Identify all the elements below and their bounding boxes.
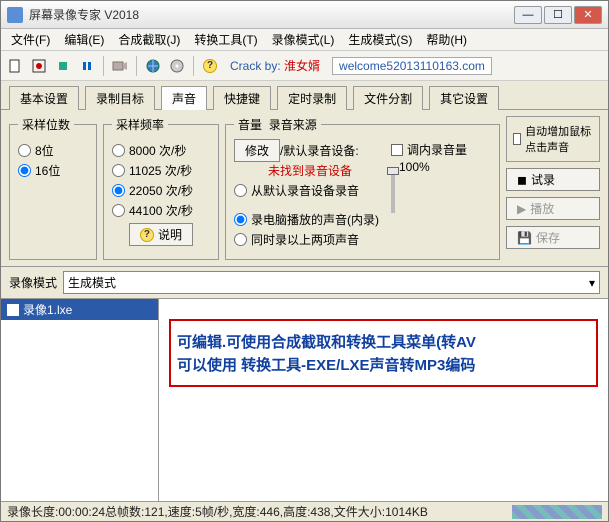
menu-gen-mode[interactable]: 生成模式(S) (342, 29, 418, 50)
toolbar: ? Crack by: 淮女婿 welcome52013110163.com (1, 51, 608, 81)
test-record-button[interactable]: ◼ 试录 (506, 168, 600, 191)
radio-44100[interactable] (112, 204, 125, 217)
separator (193, 56, 194, 76)
status-text: 录像长度:00:00:24总帧数:121,速度:5帧/秒,宽度:446,高度:4… (7, 503, 428, 520)
file-list[interactable]: 录像1.lxe (1, 299, 159, 501)
menu-convert[interactable]: 转换工具(T) (188, 29, 263, 50)
radio-16bit[interactable] (18, 164, 31, 177)
status-mosaic (512, 505, 602, 519)
device-default-label: /默认录音设备: (280, 144, 359, 158)
radio-8bit[interactable] (18, 144, 31, 157)
globe-icon[interactable] (143, 56, 163, 76)
radio-src-internal[interactable] (234, 213, 247, 226)
sample-rate-group: 采样频率 8000 次/秒 11025 次/秒 22050 次/秒 44100 … (103, 116, 219, 260)
help-icon[interactable]: ? (200, 56, 220, 76)
file-icon (7, 304, 19, 316)
tab-target[interactable]: 录制目标 (85, 86, 155, 110)
tab-basic[interactable]: 基本设置 (9, 86, 79, 110)
menubar: 文件(F) 编辑(E) 合成截取(J) 转换工具(T) 录像模式(L) 生成模式… (1, 29, 608, 51)
minimize-button[interactable]: — (514, 6, 542, 24)
volume-group: 音量 录音来源 修改/默认录音设备: 未找到录音设备 从默认录音设备录音 录电脑… (225, 116, 500, 260)
mode-label: 录像模式 (9, 274, 57, 291)
tab-timer[interactable]: 定时录制 (277, 86, 347, 110)
radio-src-both[interactable] (234, 233, 247, 246)
menu-record-mode[interactable]: 录像模式(L) (266, 29, 341, 50)
tab-split[interactable]: 文件分割 (353, 86, 423, 110)
play-button[interactable]: ▶ 播放 (506, 197, 600, 220)
menu-file[interactable]: 文件(F) (5, 29, 56, 50)
stop-icon[interactable] (53, 56, 73, 76)
new-icon[interactable] (5, 56, 25, 76)
rate-help-button[interactable]: ?说明 (129, 223, 193, 246)
tab-hotkey[interactable]: 快捷键 (213, 86, 271, 110)
auto-click-group: 自动增加鼠标点击声音 (506, 116, 600, 162)
separator (103, 56, 104, 76)
disk-icon[interactable] (167, 56, 187, 76)
radio-src-default[interactable] (234, 184, 247, 197)
sample-bits-group: 采样位数 8位 16位 (9, 116, 97, 260)
inner-vol-checkbox[interactable] (391, 144, 403, 156)
inner-vol-value: 100% (399, 160, 430, 174)
app-icon (7, 7, 23, 23)
auto-click-checkbox[interactable] (513, 133, 521, 145)
close-button[interactable]: ✕ (574, 6, 602, 24)
radio-22050[interactable] (112, 184, 125, 197)
tab-other[interactable]: 其它设置 (429, 86, 499, 110)
separator (136, 56, 137, 76)
modify-button[interactable]: 修改 (234, 139, 280, 162)
radio-8000[interactable] (112, 144, 125, 157)
menu-edit[interactable]: 编辑(E) (58, 29, 110, 50)
info-line-2: 可以使用 转换工具-EXE/LXE声音转MP3编码 (177, 354, 590, 375)
audio-panel: 采样位数 8位 16位 采样频率 8000 次/秒 11025 次/秒 2205… (1, 110, 608, 266)
tabs: 基本设置 录制目标 声音 快捷键 定时录制 文件分割 其它设置 (1, 81, 608, 110)
chevron-down-icon: ▾ (589, 276, 595, 290)
mode-select[interactable]: 生成模式▾ (63, 271, 600, 294)
menu-help[interactable]: 帮助(H) (420, 29, 473, 50)
statusbar: 录像长度:00:00:24总帧数:121,速度:5帧/秒,宽度:446,高度:4… (1, 501, 608, 521)
radio-11025[interactable] (112, 164, 125, 177)
info-line-1: 可编辑.可使用合成截取和转换工具菜单(转AV (177, 331, 590, 352)
sample-rate-legend: 采样频率 (112, 116, 168, 133)
list-item[interactable]: 录像1.lxe (1, 299, 158, 320)
info-frame: 可编辑.可使用合成截取和转换工具菜单(转AV 可以使用 转换工具-EXE/LXE… (169, 319, 598, 387)
preview-pane: 可编辑.可使用合成截取和转换工具菜单(转AV 可以使用 转换工具-EXE/LXE… (159, 299, 608, 501)
inner-vol-slider[interactable] (391, 160, 395, 220)
camera-icon[interactable] (110, 56, 130, 76)
crack-label: Crack by: 淮女婿 (230, 57, 320, 74)
sample-bits-legend: 采样位数 (18, 116, 74, 133)
save-button[interactable]: 💾 保存 (506, 226, 600, 249)
record-icon[interactable] (29, 56, 49, 76)
menu-compose[interactable]: 合成截取(J) (112, 29, 186, 50)
window-title: 屏幕录像专家 V2018 (29, 6, 508, 23)
pause-icon[interactable] (77, 56, 97, 76)
welcome-link[interactable]: welcome52013110163.com (332, 57, 492, 75)
tab-audio[interactable]: 声音 (161, 86, 207, 110)
maximize-button[interactable]: ☐ (544, 6, 572, 24)
device-missing-text: 未找到录音设备 (234, 162, 387, 179)
